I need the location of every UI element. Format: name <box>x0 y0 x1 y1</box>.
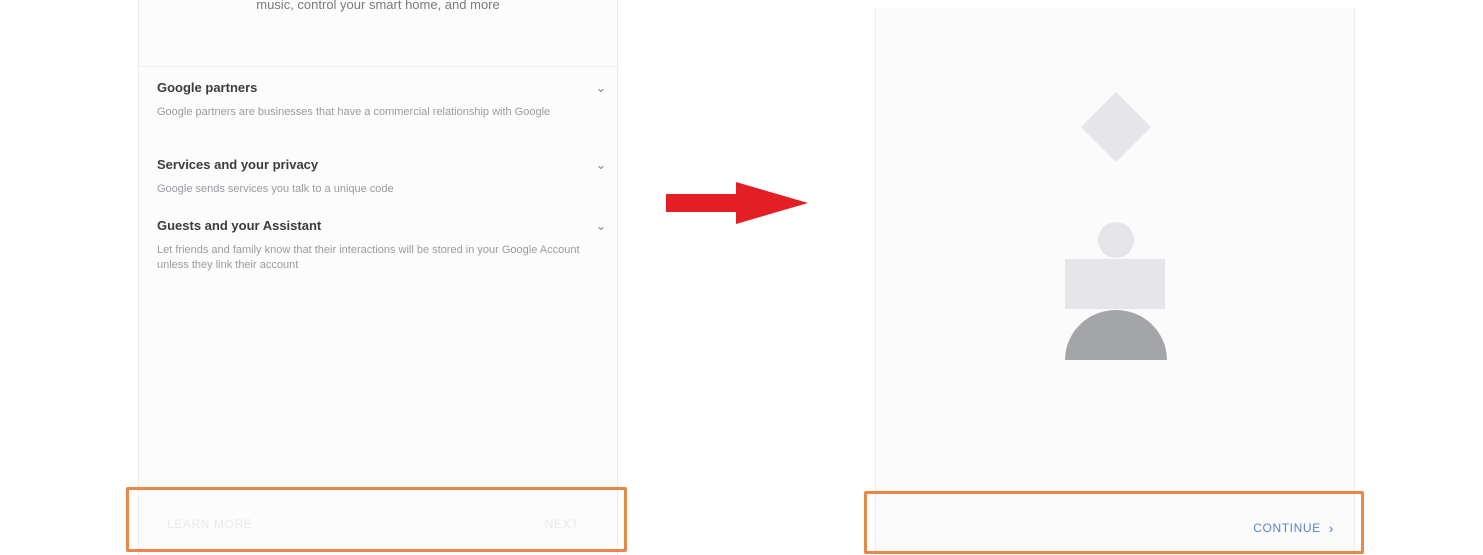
chevron-down-icon[interactable]: ⌄ <box>593 157 609 173</box>
section-title: Google partners <box>157 80 258 95</box>
highlight-box-right <box>864 491 1364 554</box>
left-screen: music, control your smart home, and more… <box>138 0 618 555</box>
head-shape <box>1098 222 1134 258</box>
diamond-shape <box>1081 92 1151 162</box>
assistant-illustration <box>1065 92 1167 360</box>
section-guests-assistant[interactable]: Guests and your Assistant Let friends an… <box>157 218 606 273</box>
chevron-down-icon[interactable]: ⌄ <box>593 80 609 96</box>
section-description: Google sends services you talk to a uniq… <box>157 183 394 195</box>
section-google-partners[interactable]: Google partners Google partners are busi… <box>157 80 606 120</box>
right-arrow-icon <box>666 182 808 224</box>
intro-text: music, control your smart home, and more <box>256 0 500 12</box>
highlight-box-left <box>126 487 627 552</box>
divider <box>139 66 617 67</box>
chevron-down-icon[interactable]: ⌄ <box>593 218 609 234</box>
section-description: Let friends and family know that their i… <box>157 244 580 271</box>
section-description: Google partners are businesses that have… <box>157 106 551 118</box>
base-shape <box>1065 310 1167 360</box>
section-title: Guests and your Assistant <box>157 218 322 233</box>
body-shape <box>1065 259 1165 309</box>
right-screen: CONTINUE › <box>875 8 1355 555</box>
section-services-privacy[interactable]: Services and your privacy Google sends s… <box>157 157 606 197</box>
section-title: Services and your privacy <box>157 157 319 172</box>
